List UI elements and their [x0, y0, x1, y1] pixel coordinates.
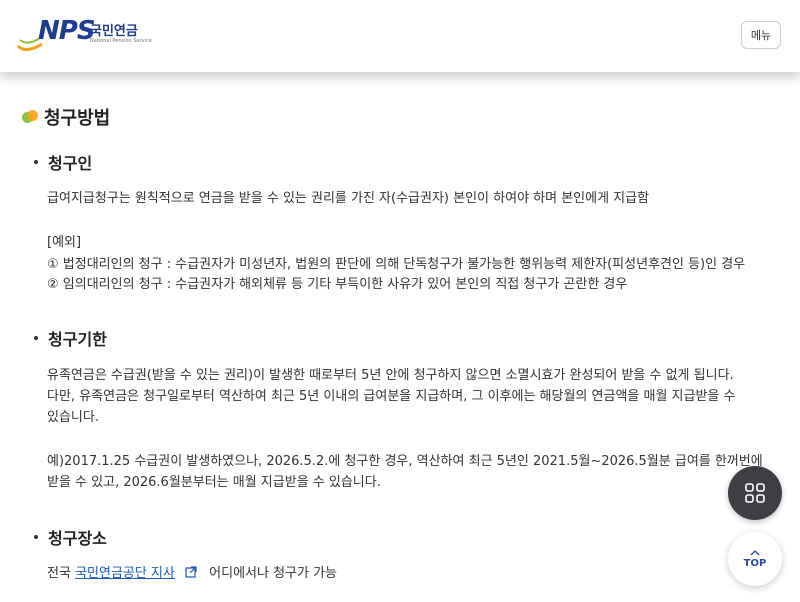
logo-korean-text: 국민연금 [90, 24, 138, 39]
menu-button[interactable]: 메뉴 [741, 21, 781, 49]
deadline-heading-text: 청구기한 [48, 330, 107, 349]
logo-english-text: National Pension Service [90, 38, 152, 44]
place-heading: 청구장소 [34, 525, 107, 549]
nps-logo[interactable]: NPS 국민연금 National Pension Service [16, 14, 156, 58]
logo-nps-text: NPS [38, 16, 96, 46]
place-prefix: 전국 [47, 566, 71, 581]
scroll-top-label: TOP [743, 557, 767, 569]
deadline-line-1: 유족연금은 수급권(받을 수 있는 권리)이 발생한 때로부터 5년 안에 청구… [47, 368, 734, 383]
deadline-line-3: 있습니다. [47, 410, 99, 425]
deadline-example-2: 받을 수 있고, 2026.6월분부터는 매월 지급받을 수 있습니다. [47, 475, 381, 490]
bullet-icon [34, 336, 38, 340]
site-header: NPS 국민연금 National Pension Service 메뉴 [0, 0, 800, 72]
claimant-description: 급여지급청구는 원칙적으로 연금을 받을 수 있는 권리를 가진 자(수급권자)… [47, 191, 650, 206]
branch-office-link[interactable]: 국민연금공단 지사 [75, 566, 175, 581]
section-title-text: 청구방법 [44, 108, 111, 129]
place-description: 전국 국민연금공단 지사 어디에서나 청구가 가능 [47, 563, 767, 585]
claimant-heading-text: 청구인 [48, 154, 93, 173]
bullet-icon [34, 535, 38, 539]
exception-item-1: ① 법정대리인의 청구 : 수급권자가 미성년자, 법원의 판단에 의해 단독청… [47, 257, 746, 272]
external-link-icon[interactable] [185, 566, 197, 578]
claimant-heading: 청구인 [34, 150, 92, 174]
exception-item-2: ② 임의대리인의 청구 : 수급권자가 해외체류 등 기타 부득이한 사유가 있… [47, 277, 628, 292]
bullet-dot-icon [22, 109, 38, 125]
chevron-up-icon [750, 549, 760, 555]
place-suffix: 어디에서나 청구가 가능 [209, 566, 338, 581]
place-heading-text: 청구장소 [48, 529, 107, 548]
exception-label: [예외] [47, 235, 82, 250]
deadline-example-1: 예)2017.1.25 수급권이 발생하였으나, 2026.5.2.에 청구한 … [47, 454, 763, 469]
deadline-line-2: 다만, 유족연금은 청구일로부터 역산하여 최근 5년 이내의 급여분을 지급하… [47, 389, 736, 404]
grid-icon [745, 483, 765, 503]
scroll-top-button[interactable]: TOP [728, 532, 782, 586]
deadline-heading: 청구기한 [34, 326, 107, 350]
section-title: 청구방법 [22, 104, 110, 130]
quick-menu-button[interactable] [728, 466, 782, 520]
bullet-icon [34, 160, 38, 164]
